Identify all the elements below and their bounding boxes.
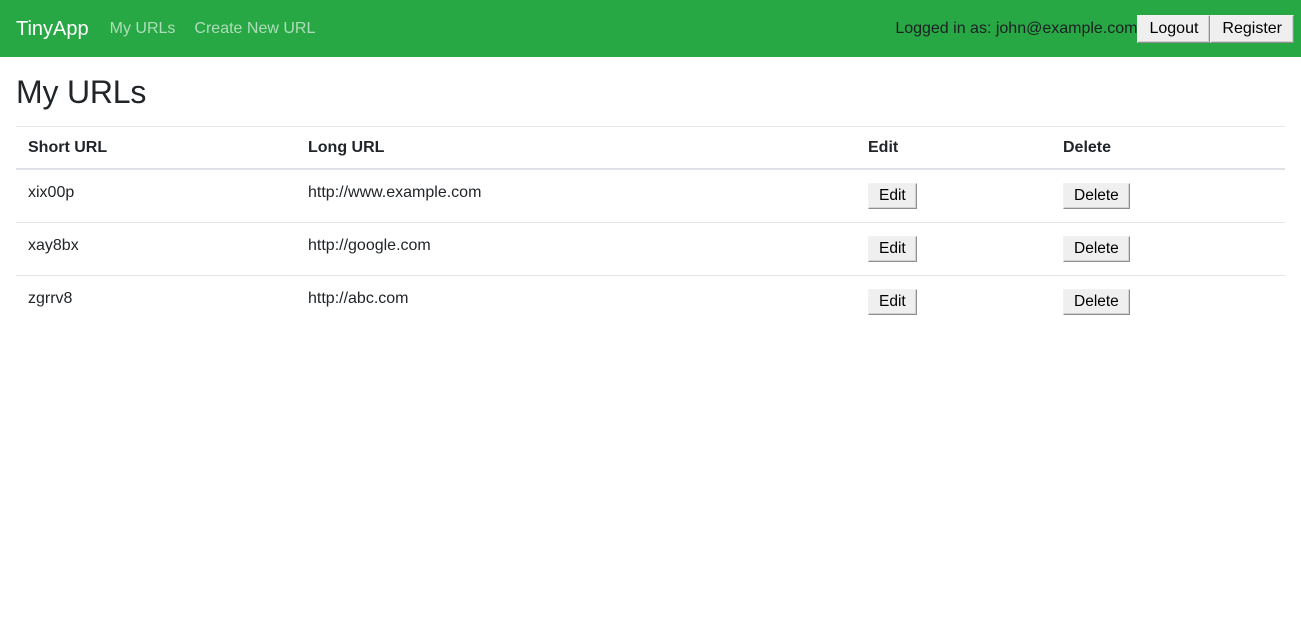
brand-logo[interactable]: TinyApp: [16, 19, 89, 39]
column-header-delete: Delete: [1051, 127, 1285, 170]
table-row: xay8bx http://google.com Edit Delete: [16, 222, 1285, 276]
top-navbar: TinyApp My URLs Create New URL Logged in…: [0, 0, 1301, 57]
table-row: xix00p http://www.example.com Edit Delet…: [16, 169, 1285, 223]
cell-edit: Edit: [856, 275, 1051, 329]
nav-links: My URLs Create New URL: [110, 20, 316, 37]
column-header-edit: Edit: [856, 127, 1051, 170]
main-container: My URLs Short URL Long URL Edit Delete x…: [0, 57, 1301, 329]
edit-button[interactable]: Edit: [868, 236, 917, 262]
register-button[interactable]: Register: [1210, 14, 1294, 43]
logged-in-status: Logged in as: john@example.com: [895, 19, 1138, 37]
column-header-short-url: Short URL: [16, 127, 296, 170]
table-header-row: Short URL Long URL Edit Delete: [16, 127, 1285, 170]
cell-long-url: http://google.com: [296, 222, 856, 276]
table-body: xix00p http://www.example.com Edit Delet…: [16, 169, 1285, 329]
short-url-text: zgrrv8: [28, 290, 73, 307]
cell-edit: Edit: [856, 222, 1051, 276]
table-header: Short URL Long URL Edit Delete: [16, 127, 1285, 170]
short-url-text: xay8bx: [28, 237, 79, 254]
short-url-text: xix00p: [28, 184, 75, 201]
table-row: zgrrv8 http://abc.com Edit Delete: [16, 275, 1285, 329]
cell-short-url: zgrrv8: [16, 275, 296, 329]
delete-button[interactable]: Delete: [1063, 236, 1130, 262]
delete-button[interactable]: Delete: [1063, 183, 1130, 209]
urls-table: Short URL Long URL Edit Delete xix00p ht…: [16, 127, 1285, 329]
delete-button[interactable]: Delete: [1063, 289, 1130, 315]
cell-delete: Delete: [1051, 222, 1285, 276]
cell-long-url: http://www.example.com: [296, 169, 856, 223]
nav-right-section: Logged in as: john@example.com Logout Re…: [895, 0, 1294, 57]
cell-delete: Delete: [1051, 275, 1285, 329]
long-url-text: http://google.com: [308, 237, 431, 254]
column-header-long-url: Long URL: [296, 127, 856, 170]
cell-edit: Edit: [856, 169, 1051, 223]
long-url-text: http://www.example.com: [308, 184, 482, 201]
long-url-text: http://abc.com: [308, 290, 409, 307]
logout-button[interactable]: Logout: [1137, 14, 1211, 43]
cell-long-url: http://abc.com: [296, 275, 856, 329]
edit-button[interactable]: Edit: [868, 289, 917, 315]
nav-link-my-urls[interactable]: My URLs: [110, 20, 176, 37]
page-title: My URLs: [16, 74, 147, 110]
cell-short-url: xay8bx: [16, 222, 296, 276]
nav-link-create-new-url[interactable]: Create New URL: [194, 20, 315, 37]
edit-button[interactable]: Edit: [868, 183, 917, 209]
cell-short-url: xix00p: [16, 169, 296, 223]
cell-delete: Delete: [1051, 169, 1285, 223]
